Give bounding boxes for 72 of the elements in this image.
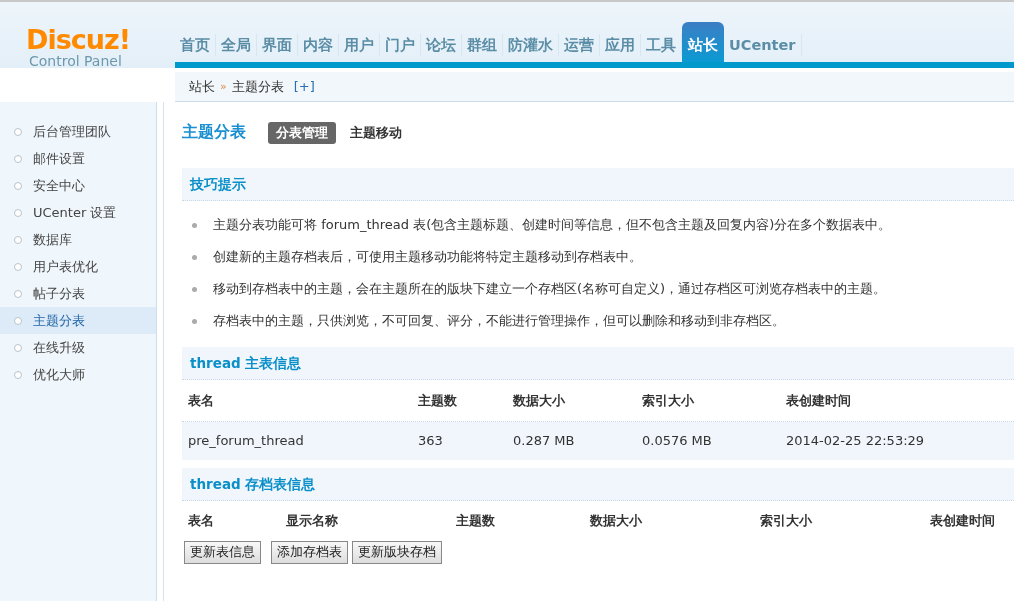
- sidebar-item[interactable]: 邮件设置: [0, 145, 156, 172]
- table-cell-text: 363: [417, 432, 444, 451]
- logo-subtitle: Control Panel: [29, 53, 123, 70]
- sidebar-item[interactable]: 优化大师: [0, 361, 156, 388]
- nav-tab[interactable]: 全局: [216, 34, 257, 56]
- separator-text: »: [220, 79, 227, 95]
- nav-tab[interactable]: 首页: [175, 34, 216, 56]
- nav-tab[interactable]: 用户: [339, 34, 380, 56]
- bullet-icon: [192, 286, 197, 292]
- nav-tab[interactable]: 防灌水: [503, 34, 559, 56]
- section-header: thread 主表信息: [182, 347, 1014, 380]
- column-header: 索引大小: [759, 512, 813, 531]
- column-header: 显示名称: [285, 512, 339, 531]
- nav-tab[interactable]: 门户: [380, 34, 421, 56]
- table-cell-text: 2014-02-25 22:53:29: [785, 432, 926, 451]
- nav-tab[interactable]: UCenter: [724, 34, 802, 56]
- bullet-icon: [14, 343, 22, 352]
- sidebar-item[interactable]: UCenter 设置: [0, 199, 156, 226]
- breadcrumb-item: 主题分表: [231, 78, 284, 96]
- bullet-icon: [14, 370, 22, 379]
- section-header: 技巧提示: [182, 168, 1014, 201]
- bullet-icon: [14, 289, 22, 298]
- bullet-icon: [14, 316, 22, 325]
- sidebar-item[interactable]: 后台管理团队: [0, 118, 156, 145]
- table-cell-text: 0.287 MB: [512, 432, 576, 451]
- expand-link[interactable]: [+]: [293, 72, 315, 101]
- nav-tab[interactable]: 内容: [298, 34, 339, 56]
- tip-text: 创建新的主题存档表后，可使用主题移动功能将特定主题移动到存档表中。: [213, 248, 642, 266]
- table-cell-text: pre_forum_thread: [187, 432, 305, 451]
- nav-tab[interactable]: 论坛: [421, 34, 462, 56]
- nav-tab[interactable]: 界面: [257, 34, 298, 56]
- column-header: 表名: [187, 391, 215, 410]
- sidebar-item[interactable]: 用户表优化: [0, 253, 156, 280]
- section-header: thread 存档表信息: [182, 468, 1014, 501]
- breadcrumb-item[interactable]: 站长: [189, 72, 215, 101]
- bullet-icon: [192, 222, 197, 228]
- action-button[interactable]: 更新版块存档: [352, 541, 442, 564]
- column-header: 数据大小: [512, 391, 566, 410]
- column-header: 主题数: [417, 391, 458, 410]
- logo-title: Discuz!: [26, 26, 131, 53]
- sub-tab[interactable]: 主题移动: [342, 122, 410, 144]
- bullet-icon: [14, 208, 22, 217]
- column-header: 索引大小: [641, 391, 695, 410]
- bullet-icon: [14, 235, 22, 244]
- bullet-icon: [14, 262, 22, 271]
- column-header: 表创建时间: [785, 391, 852, 410]
- bullet-icon: [192, 254, 197, 260]
- bullet-icon: [14, 127, 22, 136]
- tip-text: 主题分表功能可将 forum_thread 表(包含主题标题、创建时间等信息，但不包含主题及回复内容)分在多个数据表中。: [213, 216, 892, 234]
- column-header: 表创建时间: [929, 512, 996, 531]
- sub-tab[interactable]: 分表管理: [268, 122, 336, 144]
- action-button[interactable]: 更新表信息: [184, 541, 261, 564]
- table-cell-text: 0.0576 MB: [641, 432, 713, 451]
- page-title: 主题分表: [182, 122, 246, 144]
- sidebar-item[interactable]: 主题分表: [0, 307, 156, 334]
- tip-text: 移动到存档表中的主题，会在主题所在的版块下建立一个存档区(名称可自定义)，通过存档区可浏览存档表中的主题。: [213, 280, 887, 298]
- bullet-icon: [14, 154, 22, 163]
- sidebar-item[interactable]: 安全中心: [0, 172, 156, 199]
- nav-tab[interactable]: 应用: [600, 34, 641, 56]
- nav-tab[interactable]: 站长: [682, 22, 724, 62]
- column-header: 表名: [187, 512, 215, 531]
- sidebar-item[interactable]: 帖子分表: [0, 280, 156, 307]
- column-header: 数据大小: [589, 512, 643, 531]
- action-button[interactable]: 添加存档表: [271, 541, 348, 564]
- column-header: 主题数: [455, 512, 496, 531]
- sidebar-item[interactable]: 数据库: [0, 226, 156, 253]
- bullet-icon: [192, 318, 197, 324]
- bullet-icon: [14, 181, 22, 190]
- nav-tab[interactable]: 群组: [462, 34, 503, 56]
- sidebar-item[interactable]: 在线升级: [0, 334, 156, 361]
- tip-text: 存档表中的主题，只供浏览，不可回复、评分，不能进行管理操作，但可以删除和移动到非存档区。: [213, 312, 785, 330]
- nav-tab[interactable]: 运营: [559, 34, 600, 56]
